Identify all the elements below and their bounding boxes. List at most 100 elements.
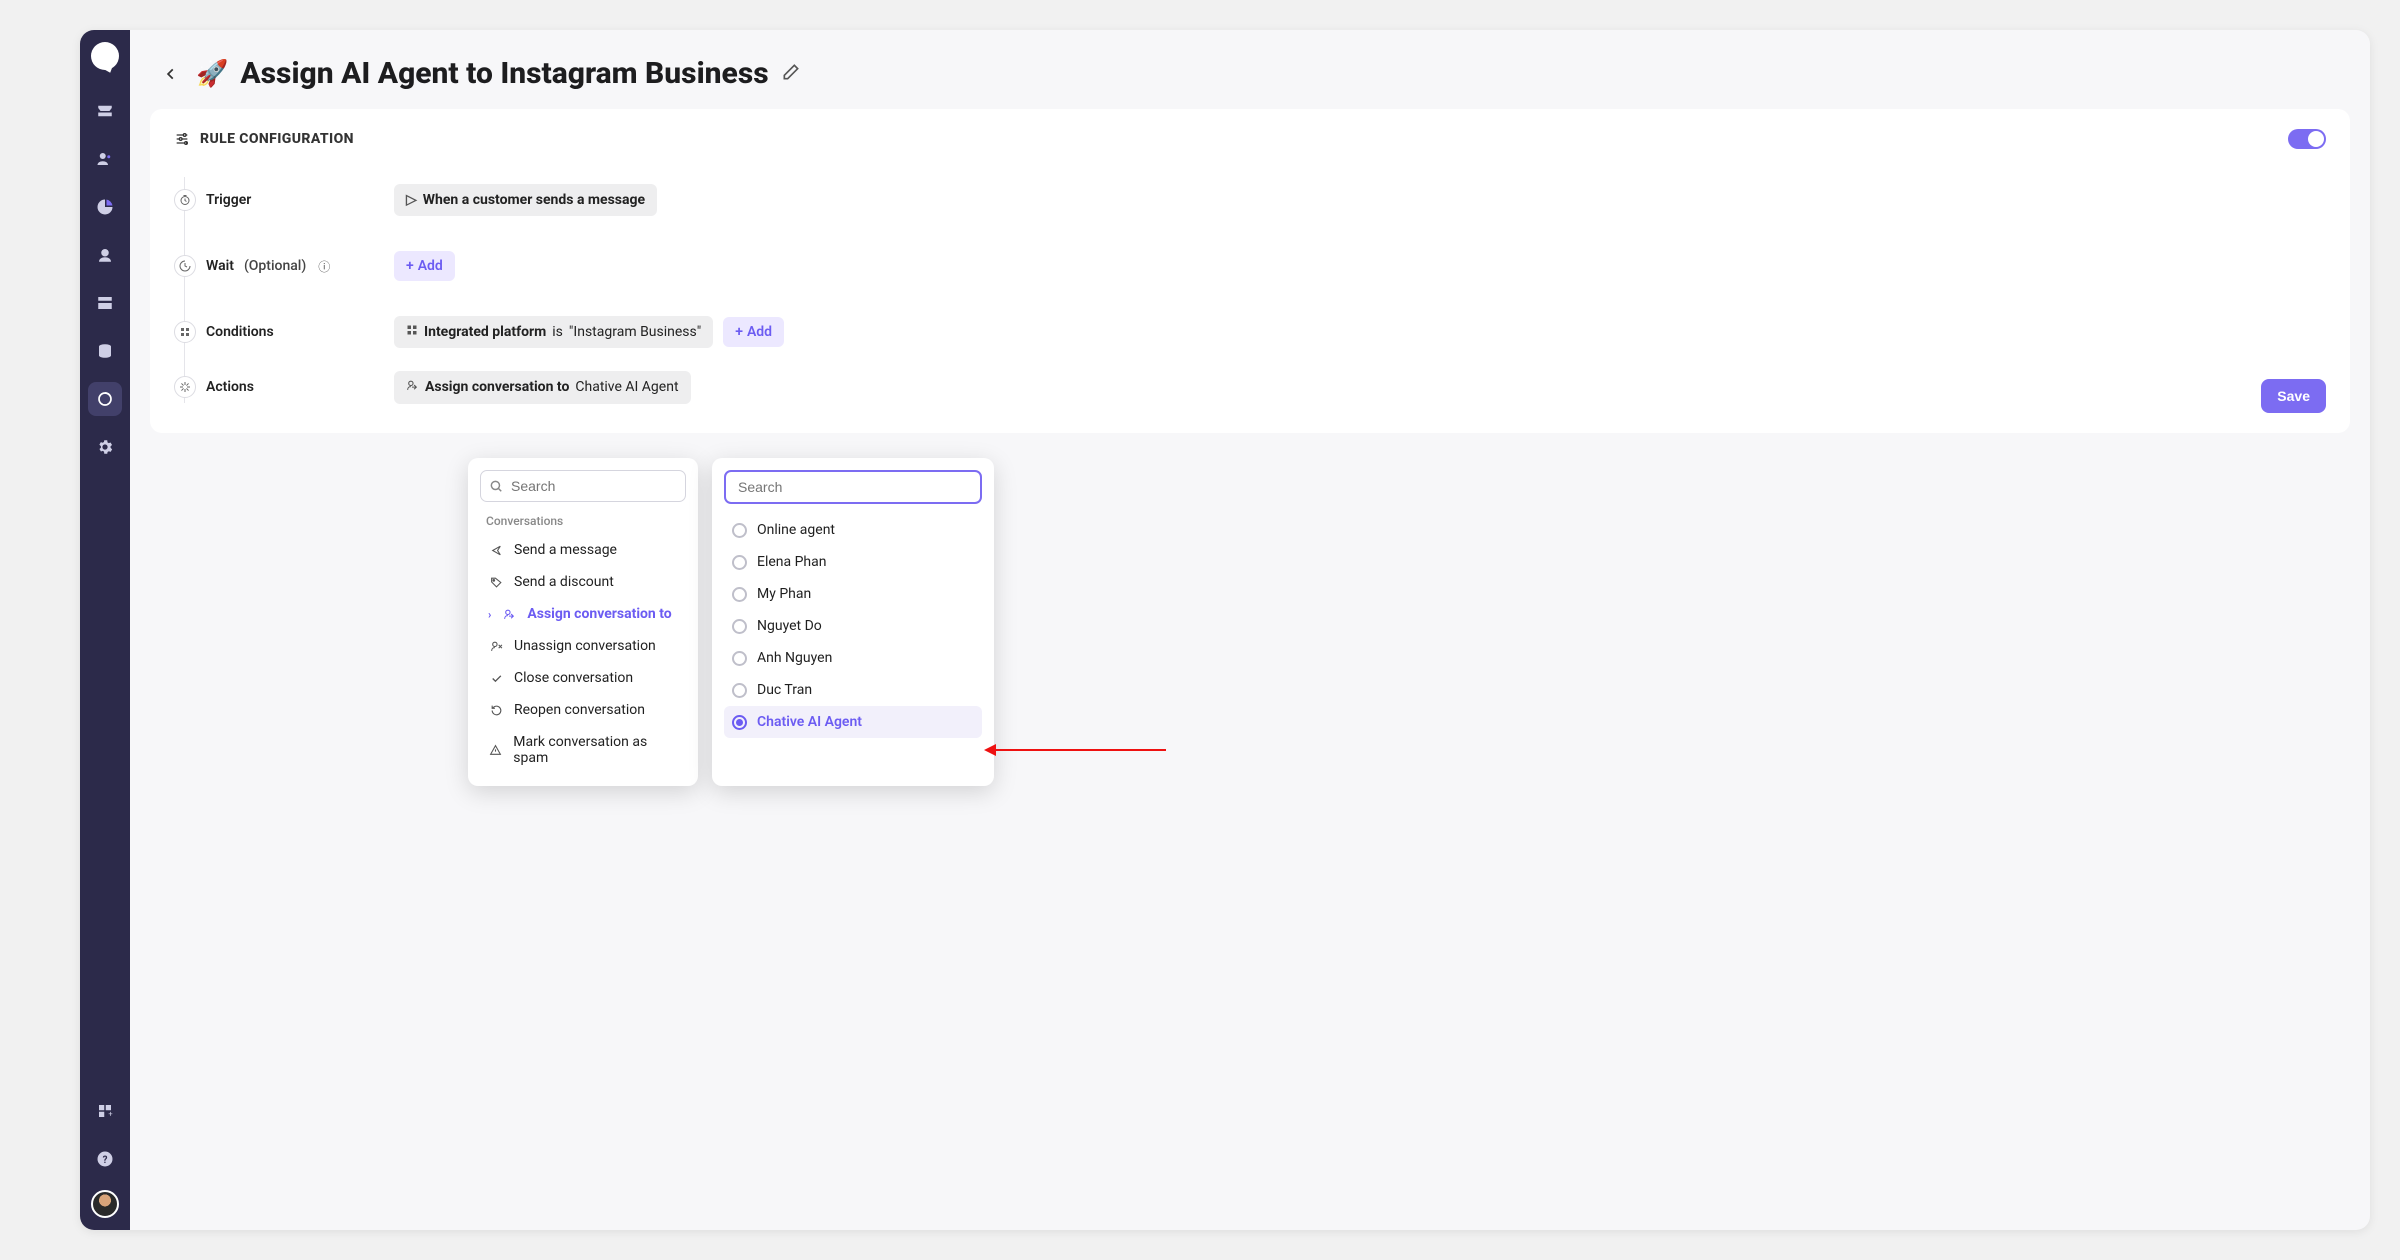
action-option[interactable]: › Assign conversation to <box>480 598 686 630</box>
apps-icon[interactable]: + <box>88 1094 122 1128</box>
action-picker-panels: Conversations Send a message Send a disco… <box>468 458 994 786</box>
templates-icon[interactable] <box>88 286 122 320</box>
radio-icon <box>732 683 747 698</box>
plus-icon: + <box>735 324 743 340</box>
action-option[interactable]: Unassign conversation <box>480 630 686 662</box>
trigger-node-icon <box>174 189 196 211</box>
assignee-option[interactable]: Online agent <box>724 514 982 546</box>
add-wait-label: Add <box>418 258 443 274</box>
save-button[interactable]: Save <box>2261 379 2326 413</box>
assignee-option[interactable]: Duc Tran <box>724 674 982 706</box>
action-option[interactable]: Mark conversation as spam <box>480 726 686 774</box>
rule-config-card: RULE CONFIGURATION Trigger <box>150 109 2350 433</box>
condition-field: Integrated platform <box>424 324 546 340</box>
timeline-conditions-label: Conditions <box>206 324 274 340</box>
assignee-option[interactable]: Elena Phan <box>724 546 982 578</box>
assignee-option-label: Duc Tran <box>757 682 812 698</box>
add-condition-button[interactable]: + Add <box>723 317 784 347</box>
check-icon <box>488 672 504 685</box>
trigger-text: When a customer sends a message <box>423 192 645 208</box>
radio-icon <box>732 555 747 570</box>
assignee-option-label: My Phan <box>757 586 811 602</box>
action-option[interactable]: Send a message <box>480 534 686 566</box>
action-option-label: Send a message <box>514 542 617 558</box>
action-option-label: Unassign conversation <box>514 638 656 654</box>
grid-icon <box>406 324 418 340</box>
action-chip[interactable]: Assign conversation to Chative AI Agent <box>394 371 691 404</box>
action-group-label: Conversations <box>486 514 680 528</box>
timeline-actions-label: Actions <box>206 379 254 395</box>
page-title: Assign AI Agent to Instagram Business <box>240 56 768 91</box>
assign-icon <box>501 608 517 621</box>
chevron-right-icon: › <box>488 608 491 621</box>
radio-icon <box>732 523 747 538</box>
back-button[interactable] <box>158 61 184 87</box>
wait-info-icon[interactable]: ⓘ <box>318 258 330 275</box>
radio-icon <box>732 619 747 634</box>
settings-icon[interactable] <box>88 430 122 464</box>
condition-value: "Instagram Business" <box>569 324 701 340</box>
assignee-option-label: Anh Nguyen <box>757 650 832 666</box>
timeline: Trigger Wait (Optional) ⓘ <box>174 167 374 409</box>
action-option-label: Send a discount <box>514 574 614 590</box>
radio-icon <box>732 651 747 666</box>
analytics-icon[interactable] <box>88 190 122 224</box>
radio-icon <box>732 587 747 602</box>
inbox-icon[interactable] <box>88 94 122 128</box>
spam-icon <box>488 744 503 757</box>
action-option-label: Reopen conversation <box>514 702 645 718</box>
action-option-label: Assign conversation to <box>527 606 671 622</box>
assignee-option[interactable]: Nguyet Do <box>724 610 982 642</box>
plus-icon: + <box>406 258 414 274</box>
unassign-icon <box>488 640 504 653</box>
send-icon <box>488 544 504 557</box>
action-target: Chative AI Agent <box>575 379 678 395</box>
actions-node-icon <box>174 376 196 398</box>
action-label: Assign conversation to <box>425 379 569 395</box>
help-icon[interactable]: ? <box>88 1142 122 1176</box>
assignee-panel: Online agent Elena Phan My Phan Nguyet Do An… <box>712 458 994 786</box>
tag-icon <box>488 576 504 589</box>
search-icon <box>489 478 503 497</box>
annotation-arrow <box>984 744 1166 756</box>
add-wait-button[interactable]: + Add <box>394 251 455 281</box>
send-icon: ▷ <box>406 192 417 208</box>
action-option[interactable]: Reopen conversation <box>480 694 686 726</box>
rule-enabled-toggle[interactable] <box>2288 129 2326 149</box>
action-search-input[interactable] <box>480 470 686 502</box>
assignee-option-label: Nguyet Do <box>757 618 822 634</box>
rocket-icon: 🚀 <box>196 59 228 89</box>
svg-text:+: + <box>108 1109 112 1118</box>
trigger-chip[interactable]: ▷ When a customer sends a message <box>394 184 657 216</box>
action-option[interactable]: Send a discount <box>480 566 686 598</box>
assignee-option[interactable]: My Phan <box>724 578 982 610</box>
condition-chip[interactable]: Integrated platform is "Instagram Busine… <box>394 316 713 348</box>
assign-icon <box>406 379 419 396</box>
assignee-option[interactable]: Anh Nguyen <box>724 642 982 674</box>
data-icon[interactable] <box>88 334 122 368</box>
automation-icon[interactable] <box>88 382 122 416</box>
add-condition-label: Add <box>747 324 772 340</box>
assignee-option-label: Online agent <box>757 522 835 538</box>
action-option[interactable]: Close conversation <box>480 662 686 694</box>
card-title: RULE CONFIGURATION <box>200 131 354 147</box>
app-logo-icon <box>91 42 119 70</box>
action-option-label: Mark conversation as spam <box>513 734 678 766</box>
assignee-search-input[interactable] <box>724 470 982 504</box>
edit-title-icon[interactable] <box>781 62 801 86</box>
assignee-option[interactable]: Chative AI Agent <box>724 706 982 738</box>
main-area: 🚀 Assign AI Agent to Instagram Business … <box>130 30 2370 1230</box>
action-type-panel: Conversations Send a message Send a disco… <box>468 458 698 786</box>
condition-operator: is <box>552 324 563 340</box>
contacts-icon[interactable] <box>88 142 122 176</box>
action-option-label: Close conversation <box>514 670 633 686</box>
radio-icon <box>732 715 747 730</box>
assignee-option-label: Chative AI Agent <box>757 714 862 730</box>
sidebar: + ? <box>80 30 130 1230</box>
sliders-icon <box>174 131 190 147</box>
page-header: 🚀 Assign AI Agent to Instagram Business <box>130 30 2370 105</box>
user-avatar[interactable] <box>91 1190 119 1218</box>
wait-node-icon <box>174 255 196 277</box>
bot-icon[interactable] <box>88 238 122 272</box>
conditions-node-icon <box>174 321 196 343</box>
